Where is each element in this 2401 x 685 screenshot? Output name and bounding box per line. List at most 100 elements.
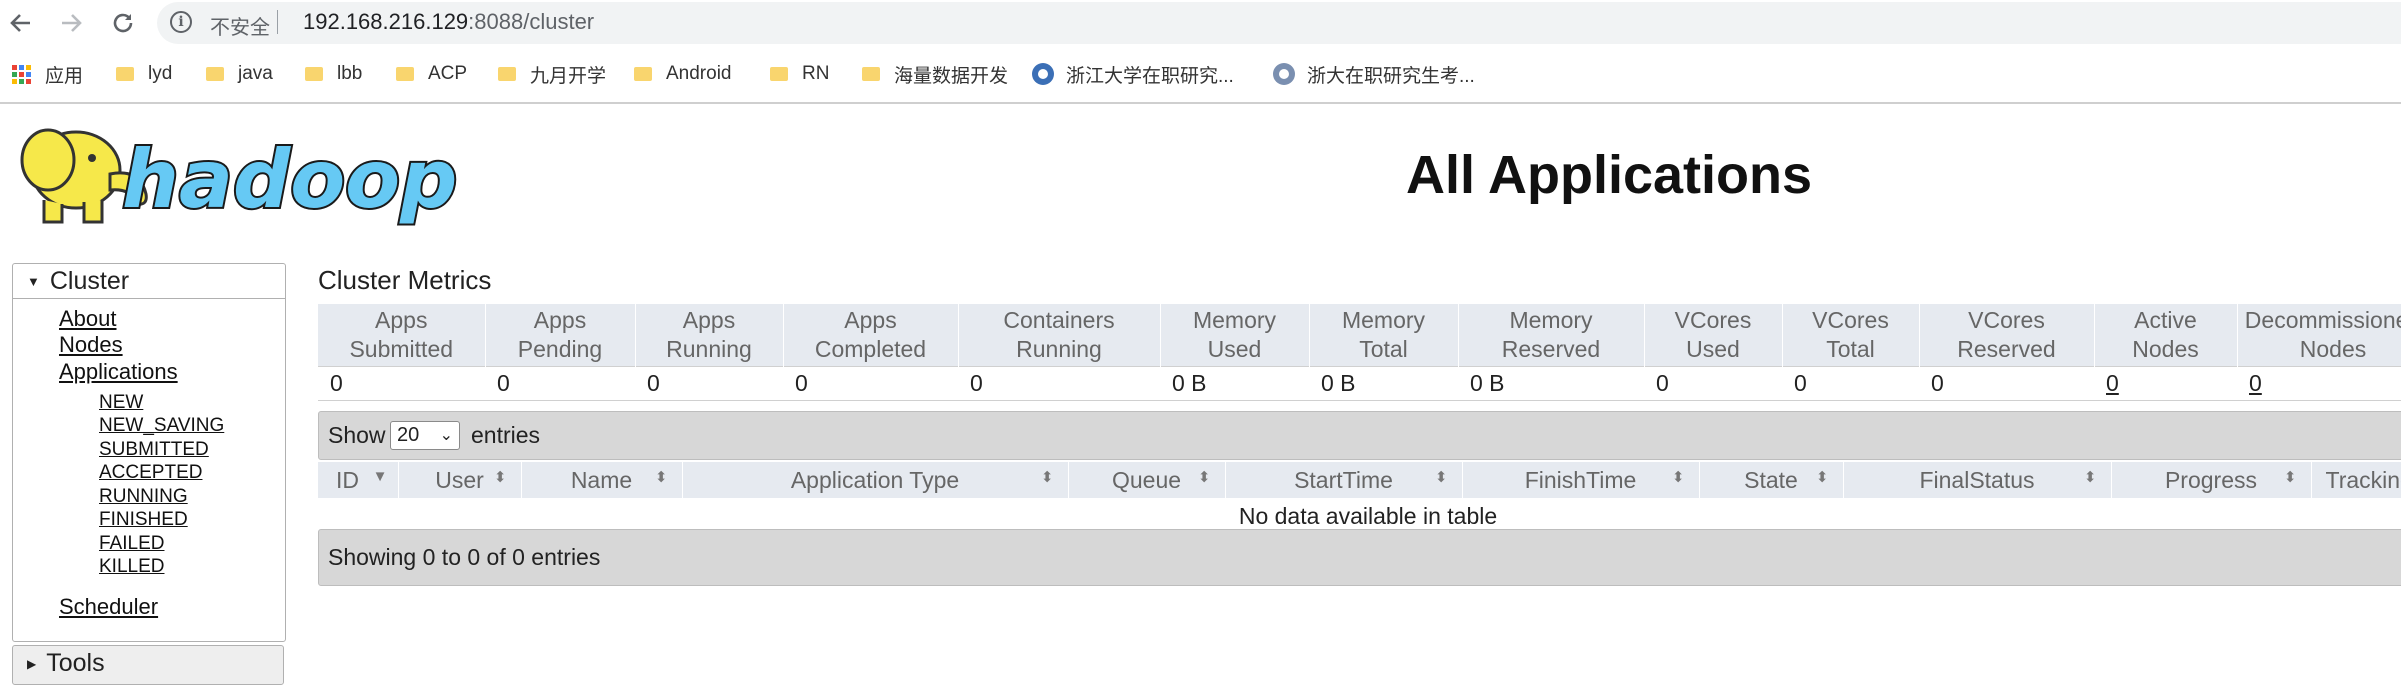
column-header-application-type[interactable]: Application Type ⬍ xyxy=(682,462,1069,498)
bookmark-label: RN xyxy=(802,63,830,84)
applications-header-row: ID ▼ User ⬍ Name ⬍ Application Type ⬍ Queue ⬍… xyxy=(318,462,2401,498)
bookmark-label: lyd xyxy=(148,63,173,84)
forward-arrow-icon[interactable] xyxy=(52,4,90,42)
url-path: :8088/cluster xyxy=(468,9,595,34)
svg-text:hadoop: hadoop xyxy=(122,133,457,226)
chrome-divider xyxy=(0,102,2401,104)
metric-header: Apps Pending xyxy=(485,304,636,367)
metrics-header-row: Apps Submitted Apps Pending Apps Running Ap… xyxy=(318,304,2401,367)
nav-link-scheduler[interactable]: Scheduler xyxy=(59,594,158,620)
table-info-text: Showing 0 to 0 of 0 entries xyxy=(328,544,601,570)
bookmark-label: Android xyxy=(666,63,732,84)
folder-icon xyxy=(498,67,516,81)
column-header-state[interactable]: State ⬍ xyxy=(1699,462,1844,498)
bookmark-label: 海量数据开发 xyxy=(894,65,1009,87)
app-state-link-finished[interactable]: FINISHED xyxy=(99,509,188,531)
metric-memory-reserved: 0 B xyxy=(1458,366,1644,401)
entries-label: entries xyxy=(471,422,541,448)
folder-icon xyxy=(305,67,323,81)
security-status: 不安全 xyxy=(210,17,270,39)
sort-both-icon: ⬍ xyxy=(1671,469,1685,486)
page-title: All Applications xyxy=(1406,145,1813,205)
nav-link-about[interactable]: About xyxy=(59,306,117,332)
metric-header: Apps Running xyxy=(635,304,784,367)
app-state-link-killed[interactable]: KILLED xyxy=(99,556,164,578)
metric-memory-total: 0 B xyxy=(1309,366,1458,401)
metric-header: Apps Completed xyxy=(783,304,959,367)
column-header-tracking-ui[interactable]: Tracking UI xyxy=(2311,462,2401,498)
app-state-link-new-saving[interactable]: NEW_SAVING xyxy=(99,415,224,437)
column-header-id[interactable]: ID ▼ xyxy=(318,462,399,498)
url-divider xyxy=(277,10,278,34)
bookmark-label: ACP xyxy=(428,63,468,84)
column-header-final-status[interactable]: FinalStatus ⬍ xyxy=(1843,462,2112,498)
info-icon[interactable]: i xyxy=(170,11,192,33)
metric-header: DecommissionedNodes xyxy=(2237,304,2401,367)
tools-section-header[interactable]: ▶ Tools xyxy=(12,645,284,685)
column-header-queue[interactable]: Queue ⬍ xyxy=(1068,462,1226,498)
sort-both-icon: ⬍ xyxy=(2083,469,2097,486)
folder-icon xyxy=(116,67,134,81)
bookmark-label: java xyxy=(238,63,273,84)
bookmark-apps[interactable]: 应用 xyxy=(12,60,83,88)
app-state-link-accepted[interactable]: ACCEPTED xyxy=(99,462,202,484)
page-length-select[interactable]: 20 ⌄ xyxy=(390,421,460,450)
folder-icon xyxy=(770,67,788,81)
hadoop-logo[interactable]: hadoop xyxy=(14,112,484,232)
cluster-label: Cluster xyxy=(49,267,130,295)
apps-grid-icon xyxy=(12,64,31,84)
tools-label: Tools xyxy=(46,649,105,677)
folder-icon xyxy=(396,67,414,81)
app-state-link-running[interactable]: RUNNING xyxy=(99,486,188,508)
app-state-link-new[interactable]: NEW xyxy=(99,392,143,414)
bookmark-label: 浙江大学在职研究... xyxy=(1066,65,1234,87)
metric-header: Active Nodes xyxy=(2094,304,2238,367)
cluster-section-header[interactable]: ▼ Cluster xyxy=(13,264,285,299)
cluster-metrics-table: Apps Submitted Apps Pending Apps Running Ap… xyxy=(318,304,2401,401)
metric-vcores-used: 0 xyxy=(1644,366,1782,401)
column-header-progress[interactable]: Progress ⬍ xyxy=(2111,462,2312,498)
nav-link-nodes[interactable]: Nodes xyxy=(59,332,123,358)
column-header-finish-time[interactable]: FinishTime ⬍ xyxy=(1462,462,1700,498)
back-arrow-icon[interactable] xyxy=(2,4,40,42)
column-header-user[interactable]: User ⬍ xyxy=(398,462,522,498)
column-header-start-time[interactable]: StartTime ⬍ xyxy=(1225,462,1463,498)
sort-both-icon: ⬍ xyxy=(654,469,668,486)
bookmark-folder-lbb[interactable]: lbb xyxy=(305,60,362,88)
collapse-triangle-icon: ▼ xyxy=(27,274,40,289)
nav-link-applications[interactable]: Applications xyxy=(59,359,178,385)
bookmark-folder-java[interactable]: java xyxy=(206,60,273,88)
bookmarks-bar: 应用 lyd java lbb ACP 九月开学 Android RN 海量数据… xyxy=(0,54,2401,92)
metric-apps-pending: 0 xyxy=(485,366,635,401)
sort-both-icon: ⬍ xyxy=(1434,469,1448,486)
sort-desc-icon: ▼ xyxy=(372,468,388,485)
app-state-link-submitted[interactable]: SUBMITTED xyxy=(99,439,209,461)
metric-containers-running: 0 xyxy=(958,366,1160,401)
metric-decommissioned-nodes-link[interactable]: 0 xyxy=(2237,366,2401,401)
sort-both-icon: ⬍ xyxy=(2283,469,2297,486)
bookmark-folder-big-data[interactable]: 海量数据开发 xyxy=(862,60,1008,88)
bookmark-folder-september[interactable]: 九月开学 xyxy=(498,60,606,88)
bookmark-label: 九月开学 xyxy=(530,65,607,87)
reload-icon[interactable] xyxy=(104,4,142,42)
app-state-link-failed[interactable]: FAILED xyxy=(99,533,164,555)
bookmark-folder-rn[interactable]: RN xyxy=(770,60,829,88)
table-info-toolbar: Showing 0 to 0 of 0 entries xyxy=(318,529,2401,586)
metric-header: VCores Total xyxy=(1782,304,1920,367)
metric-header: VCores Reserved xyxy=(1919,304,2095,367)
bookmark-folder-android[interactable]: Android xyxy=(634,60,732,88)
metric-active-nodes-link[interactable]: 0 xyxy=(2094,366,2237,401)
sidebar-nav: ▼ Cluster About Nodes Applications NEW NE… xyxy=(12,263,286,642)
bookmark-zju-exam[interactable]: 浙大在职研究生考... xyxy=(1273,60,1475,88)
site-favicon-icon xyxy=(1273,63,1295,85)
show-label: Show xyxy=(328,422,386,448)
bookmark-label: 应用 xyxy=(45,65,84,87)
bookmark-folder-lyd[interactable]: lyd xyxy=(116,60,172,88)
column-header-name[interactable]: Name ⬍ xyxy=(521,462,683,498)
site-favicon-icon xyxy=(1032,63,1054,85)
metric-vcores-total: 0 xyxy=(1782,366,1919,401)
url-text[interactable]: 192.168.216.129:8088/cluster xyxy=(303,9,594,35)
metric-header: Apps Submitted xyxy=(318,304,486,367)
bookmark-folder-acp[interactable]: ACP xyxy=(396,60,467,88)
bookmark-zju-grad[interactable]: 浙江大学在职研究... xyxy=(1032,60,1234,88)
